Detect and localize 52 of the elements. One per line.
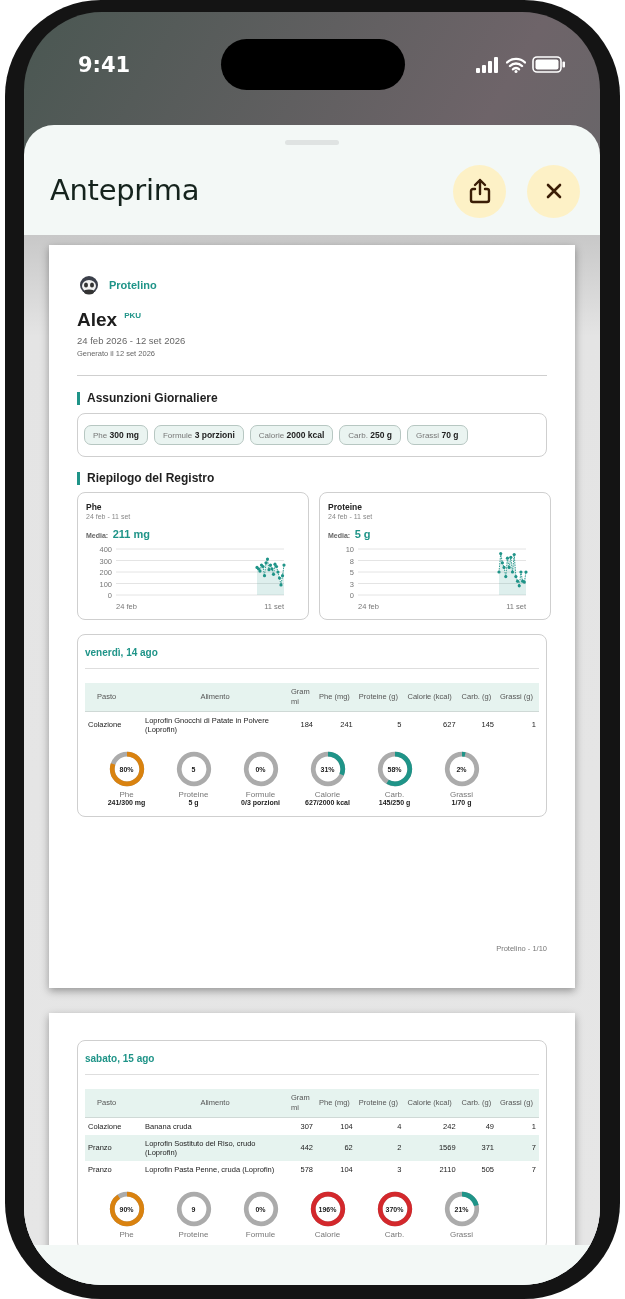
wifi-icon <box>506 56 526 73</box>
gauge-label: Calorie <box>314 1229 341 1239</box>
status-time: 9:41 <box>78 53 131 77</box>
progress-ring <box>174 1189 213 1228</box>
intake-chip: Carb. 250 g <box>339 425 401 445</box>
progress-ring <box>241 1189 280 1228</box>
gauge-label: Grassi <box>449 789 474 799</box>
battery-icon <box>532 56 566 73</box>
gauge-label: Carb. <box>384 789 405 799</box>
gauge-label: Phe <box>119 1229 134 1239</box>
progress-ring <box>442 749 481 788</box>
gauge-label: Proteine <box>178 1229 209 1239</box>
share-button[interactable] <box>453 164 506 218</box>
progress-ring <box>174 749 213 788</box>
gauge-label: Calorie <box>314 789 341 799</box>
scatter-plot-drawing <box>497 552 528 595</box>
condition-tag: PKU <box>124 311 142 320</box>
patient-name: Alex <box>77 309 118 331</box>
gauge-label: Formule <box>245 1229 276 1239</box>
intake-chip: Formule 3 porzioni <box>153 425 244 445</box>
card-title: Phe <box>86 502 103 512</box>
close-button[interactable] <box>527 164 580 218</box>
intake-chip: Phe 300 mg <box>84 425 148 445</box>
day-title: venerdì, 14 ago <box>85 647 159 658</box>
day-title: sabato, 15 ago <box>85 1053 156 1064</box>
intake-chip: Grassi 70 g <box>407 425 468 445</box>
progress-ring <box>241 749 280 788</box>
section-heading: Assunzioni Giornaliere <box>77 392 547 405</box>
progress-ring <box>375 1189 414 1228</box>
signal-icon <box>476 56 500 73</box>
progress-ring <box>308 1189 347 1228</box>
sheet-title: Anteprima <box>50 173 200 207</box>
progress-ring <box>375 749 414 788</box>
progress-ring <box>308 749 347 788</box>
brand-name: Protelino <box>109 279 157 291</box>
gauge-label: Grassi <box>449 1229 474 1239</box>
gauge-label: Proteine <box>178 789 209 799</box>
gauge-label: Phe <box>119 789 134 799</box>
share-icon <box>467 178 492 204</box>
average-value: 211 mg <box>112 528 150 540</box>
gauge-label: Formule <box>245 789 276 799</box>
intake-chip: Calorie 2000 kcal <box>249 425 334 445</box>
progress-ring <box>107 1189 146 1228</box>
date-range: 24 feb 2026 - 12 set 2026 <box>77 335 187 346</box>
section-heading: Riepilogo del Registro <box>77 472 547 485</box>
progress-ring <box>107 749 146 788</box>
progress-ring <box>442 1189 481 1228</box>
scatter-plot-drawing <box>255 557 286 595</box>
gauge-label: Carb. <box>384 1229 405 1239</box>
average-value: 5 g <box>354 528 371 540</box>
close-icon <box>545 183 562 199</box>
card-title: Proteine <box>328 502 363 512</box>
